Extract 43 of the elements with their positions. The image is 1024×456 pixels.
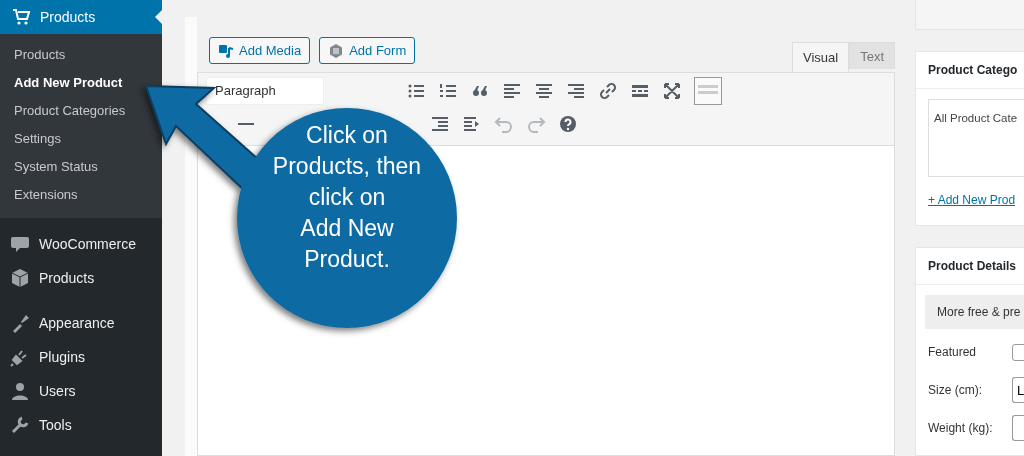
help-icon[interactable] bbox=[558, 114, 578, 134]
input-field[interactable]: L bbox=[1012, 377, 1024, 403]
menu-item[interactable]: Tools bbox=[0, 408, 162, 442]
add-category-link[interactable]: + Add New Prod bbox=[928, 185, 1024, 213]
format-select[interactable]: Paragraph bbox=[206, 77, 324, 105]
submenu-link[interactable]: Products bbox=[0, 41, 80, 69]
editor-tab[interactable]: Visual bbox=[791, 42, 850, 72]
submenu-link[interactable]: Extensions bbox=[0, 181, 92, 209]
callout-text: Click on Products, then click on Add New Product. bbox=[272, 121, 422, 274]
media-icon bbox=[218, 42, 234, 59]
checkbox[interactable] bbox=[1012, 343, 1024, 361]
field-label: Weight (kg): bbox=[928, 421, 994, 435]
field-label: Size (cm): bbox=[928, 383, 983, 397]
toolbar-toggle-icon[interactable] bbox=[694, 77, 722, 105]
add-form-button[interactable]: Add Form bbox=[319, 37, 416, 64]
notice-bar: More free & pre bbox=[925, 295, 1024, 329]
link-icon[interactable] bbox=[598, 81, 618, 101]
menu-item[interactable]: Appearance bbox=[0, 306, 162, 340]
submenu-link[interactable]: Settings bbox=[0, 125, 75, 153]
menu-item[interactable]: WooCommerce bbox=[0, 227, 162, 261]
fullscreen-icon[interactable] bbox=[662, 81, 682, 101]
menu-item-current[interactable]: Products bbox=[0, 0, 162, 34]
menu-item[interactable]: Products bbox=[0, 261, 162, 295]
form-icon bbox=[328, 42, 345, 59]
add-media-button[interactable]: Add Media bbox=[209, 37, 311, 64]
submenu-link[interactable]: System Status bbox=[0, 153, 112, 181]
align-right-icon[interactable] bbox=[566, 81, 586, 101]
list-item[interactable]: All Product Cate bbox=[934, 112, 1018, 124]
field-label: Featured bbox=[928, 345, 978, 359]
panel-title: Product Details bbox=[916, 248, 1024, 285]
align-center-icon[interactable] bbox=[534, 81, 554, 101]
submenu-link[interactable]: Product Categories bbox=[0, 97, 140, 125]
speech-bubble-icon bbox=[10, 234, 30, 254]
menu-item[interactable]: Users bbox=[0, 374, 162, 408]
menu-item[interactable]: Plugins bbox=[0, 340, 162, 374]
submenu-link[interactable]: Add New Product bbox=[0, 69, 137, 97]
user-icon bbox=[10, 381, 30, 401]
editor-tab[interactable]: Text bbox=[849, 42, 895, 69]
align-left-icon[interactable] bbox=[502, 81, 522, 101]
box-icon bbox=[10, 268, 30, 288]
wrench-icon bbox=[10, 415, 30, 435]
cart-icon bbox=[11, 7, 31, 27]
panel-title: Product Catego bbox=[916, 52, 1024, 89]
